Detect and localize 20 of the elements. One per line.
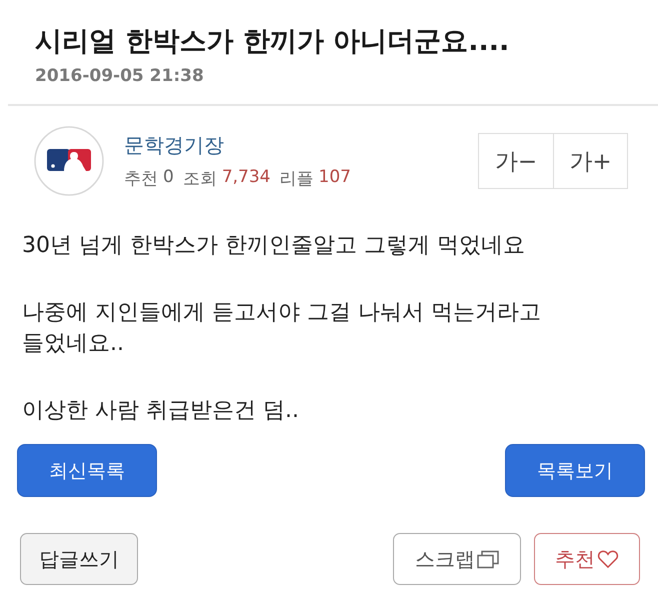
body-paragraph: 나중에 지인들에게 듣고서야 그걸 나눠서 먹는거라고 들었네요.. <box>22 299 542 358</box>
stat-value: 7,734 <box>222 167 270 189</box>
author-name[interactable]: 문학경기장 <box>124 132 355 159</box>
list-button[interactable]: 최신목록 <box>17 444 157 497</box>
reply-button[interactable]: 답글쓰기 <box>20 533 138 585</box>
body-paragraph: 30년 넘게 한박스가 한끼인줄알고 그렇게 먹었네요 <box>22 232 526 260</box>
stat-label: 리플 <box>280 168 314 190</box>
stat-label: 조회 <box>182 168 217 190</box>
post-date: 2016-09-05 21:38 <box>35 66 205 86</box>
list-button[interactable]: 목록보기 <box>505 444 645 497</box>
stat-value: 107 <box>318 167 351 189</box>
windows-icon <box>477 550 499 568</box>
body-paragraph: 이상한 사람 취급받은건 덤.. <box>22 397 300 425</box>
heart-icon <box>597 550 619 568</box>
avatar-logo-icon <box>34 126 104 196</box>
stat-label: 추천 <box>124 168 158 190</box>
scrap-button[interactable]: 스크랩 <box>393 533 521 585</box>
post-title: 시리얼 한박스가 한끼가 아니더군요.... <box>35 25 510 59</box>
recommend-button[interactable]: 추천 <box>534 533 640 585</box>
stat-value: 0 <box>163 167 174 189</box>
